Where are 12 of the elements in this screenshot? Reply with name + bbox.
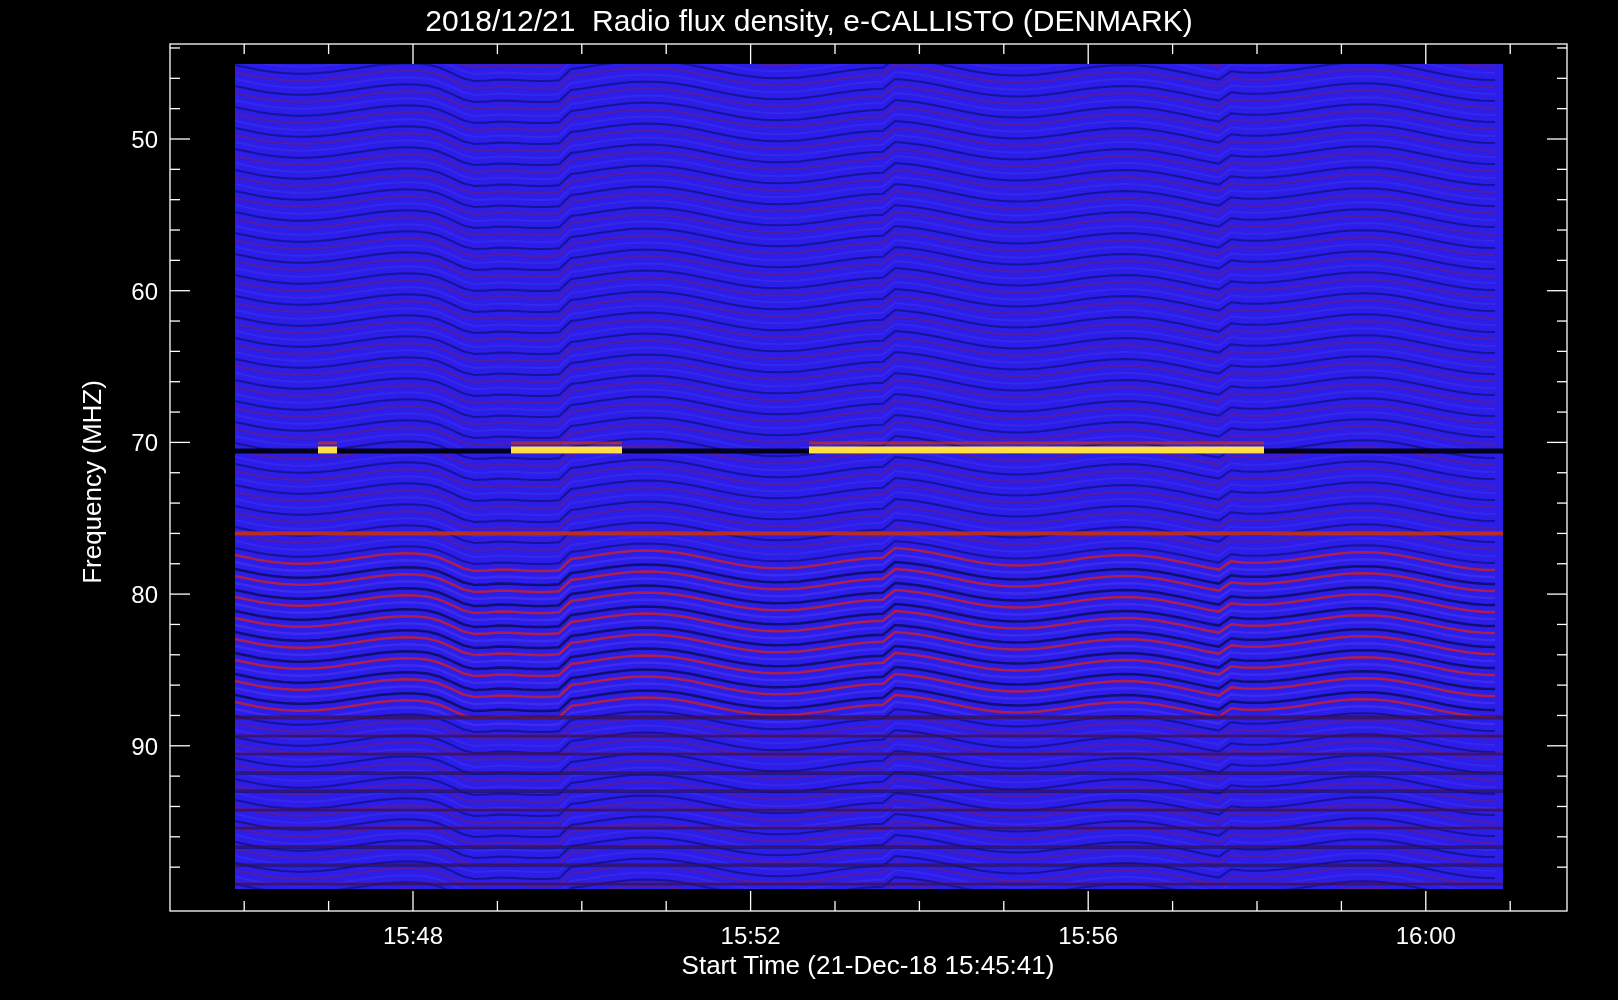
y-axis-label: Frequency (MHZ) (77, 380, 107, 584)
y-tick-label: 50 (131, 126, 158, 153)
x-tick-label: 16:00 (1395, 922, 1456, 949)
chart-title: 2018/12/21 Radio flux density, e-CALLISTO (DENMARK) (425, 4, 1193, 37)
y-tick-label: 80 (131, 581, 158, 609)
x-tick-label: 15:52 (720, 922, 781, 949)
x-tick-label: 15:56 (1058, 922, 1119, 949)
y-tick-label: 70 (131, 429, 158, 457)
y-tick-label: 90 (131, 732, 158, 760)
x-tick-label: 15:48 (382, 922, 444, 949)
y-tick-label: 60 (131, 277, 158, 305)
x-axis-label: Start Time (21-Dec-18 15:45:41) (681, 950, 1055, 980)
